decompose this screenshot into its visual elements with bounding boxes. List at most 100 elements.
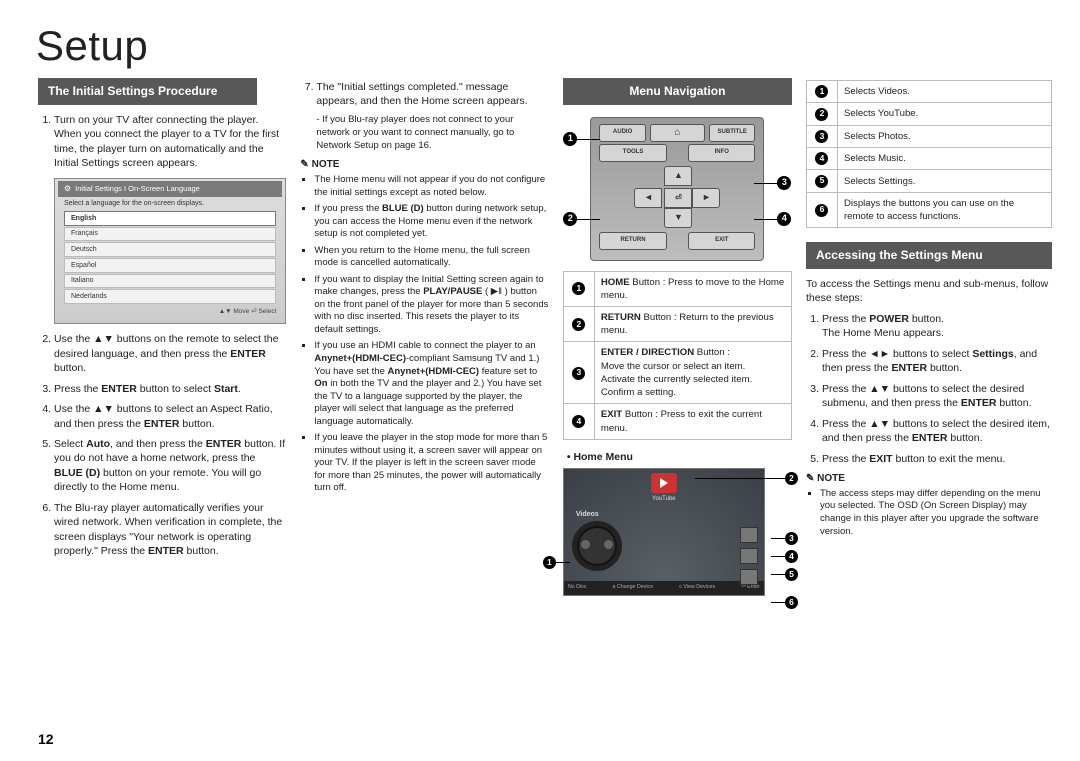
access-step: Press the ▲▼ buttons to select the desir… <box>822 382 1052 411</box>
osd-language-box: Initial Settings I On-Screen LanguageSel… <box>54 178 286 324</box>
callout-4: 4 <box>777 212 791 226</box>
videos-label: Videos <box>576 510 764 520</box>
dpad-down-icon: ▼ <box>664 208 692 228</box>
desc-cell: RETURN Button : Return to the previous m… <box>594 307 791 342</box>
film-reel-icon <box>572 521 622 571</box>
home-menu-label: Home Menu <box>567 450 792 464</box>
remote-return-button: RETURN <box>599 232 666 250</box>
remote-home-button: ⌂ <box>650 124 705 142</box>
osd-subtitle: Select a language for the on-screen disp… <box>58 197 282 211</box>
step-7-text: The "Initial settings completed." messag… <box>316 81 527 107</box>
remote-audio-button: AUDIO <box>599 124 645 142</box>
dpad-up-icon: ▲ <box>664 166 692 186</box>
step-7: The "Initial settings completed." messag… <box>316 80 548 152</box>
remote-description-table: 1HOME Button : Press to move to the Home… <box>563 271 792 440</box>
note-item: If you use an HDMI cable to connect the … <box>314 340 548 428</box>
note-item: If you want to display the Initial Setti… <box>314 274 548 337</box>
remote-dpad: ▲ ▼ ◄ ► ⏎ <box>634 166 720 228</box>
step-7-sub: - If you Blu-ray player does not connect… <box>316 113 548 152</box>
access-note: The access steps may differ depending on… <box>820 488 1052 538</box>
side-icon-photos <box>740 527 758 543</box>
desc-cell: Displays the buttons you can use on the … <box>837 192 1051 227</box>
osd-lang-row: Español <box>64 258 276 273</box>
callout-cell: 6 <box>806 192 837 227</box>
hm-callout-5: 5 <box>785 568 798 581</box>
desc-cell: Selects Settings. <box>837 170 1051 192</box>
step: The Blu-ray player automatically verifie… <box>54 501 286 559</box>
accessing-settings-header: Accessing the Settings Menu <box>806 242 1052 269</box>
bottom-bar-item: c View Devices <box>679 584 715 591</box>
page-number: 12 <box>38 731 54 747</box>
remote-diagram: AUDIO ⌂ SUBTITLE TOOLS INFO ▲ ▼ ◄ ► <box>590 117 764 261</box>
home-menu-diagram-wrap: YouTube Videos No Disc a Change Device c… <box>553 468 792 595</box>
home-menu-diagram: YouTube Videos No Disc a Change Device c… <box>563 468 765 595</box>
callout-cell: 1 <box>563 271 594 306</box>
step: Use the ▲▼ buttons on the remote to sele… <box>54 332 286 375</box>
callout-3: 3 <box>777 176 791 190</box>
hm-callout-3: 3 <box>785 532 798 545</box>
remote-subtitle-button: SUBTITLE <box>709 124 755 142</box>
dpad-left-icon: ◄ <box>634 188 662 208</box>
bottom-bar-item: a Change Device <box>613 584 654 591</box>
side-icon-music <box>740 548 758 564</box>
bottom-bar-item: ⏎ Enter <box>741 584 760 591</box>
access-step: Press the EXIT button to exit the menu. <box>822 452 1052 466</box>
desc-cell: Selects YouTube. <box>837 103 1051 125</box>
desc-cell: ENTER / DIRECTION Button :Move the curso… <box>594 342 791 404</box>
remote-info-button: INFO <box>688 144 755 162</box>
menu-navigation-header: Menu Navigation <box>563 78 792 105</box>
step: Use the ▲▼ buttons to select an Aspect R… <box>54 402 286 431</box>
callout-cell: 4 <box>563 404 594 439</box>
accessing-settings-intro: To access the Settings menu and sub-menu… <box>806 277 1052 306</box>
note-label-2: NOTE <box>806 472 1052 486</box>
note-item: The Home menu will not appear if you do … <box>314 174 548 199</box>
callout-2: 2 <box>563 212 577 226</box>
access-step: Press the ▲▼ buttons to select the desir… <box>822 417 1052 446</box>
desc-cell: Selects Photos. <box>837 125 1051 147</box>
osd-lang-row: English <box>64 211 276 226</box>
note-item: When you return to the Home menu, the fu… <box>314 245 548 270</box>
osd-lang-row: Français <box>64 227 276 242</box>
hm-callout-6: 6 <box>785 596 798 609</box>
remote-exit-button: EXIT <box>688 232 755 250</box>
note-label: NOTE <box>300 158 548 172</box>
osd-lang-row: Deutsch <box>64 242 276 257</box>
dpad-enter-button: ⏎ <box>664 188 692 208</box>
osd-lang-row: Nederlands <box>64 289 276 304</box>
step: Press the ENTER button to select Start. <box>54 382 286 396</box>
desc-cell: EXIT Button : Press to exit the current … <box>594 404 791 439</box>
callout-cell: 5 <box>806 170 837 192</box>
hm-callout-2: 2 <box>785 472 798 485</box>
access-step: Press the ◄► buttons to select Settings,… <box>822 347 1052 376</box>
youtube-label: YouTube <box>564 495 764 503</box>
desc-cell: Selects Music. <box>837 148 1051 170</box>
bottom-bar-item: No Disc <box>568 584 587 591</box>
callout-cell: 1 <box>806 81 837 103</box>
dpad-right-icon: ► <box>692 188 720 208</box>
initial-settings-header: The Initial Settings Procedure <box>38 78 257 105</box>
desc-cell: Selects Videos. <box>837 81 1051 103</box>
callout-cell: 4 <box>806 148 837 170</box>
callout-cell: 3 <box>806 125 837 147</box>
step: Select Auto, and then press the ENTER bu… <box>54 437 286 495</box>
hm-callout-4: 4 <box>785 550 798 563</box>
callout-cell: 3 <box>563 342 594 404</box>
youtube-icon <box>651 473 677 493</box>
remote-tools-button: TOOLS <box>599 144 666 162</box>
osd-footer: ▲▼ Move ⏎ Select <box>58 308 282 317</box>
desc-cell: HOME Button : Press to move to the Home … <box>594 271 791 306</box>
access-step: Press the POWER button.The Home Menu app… <box>822 312 1052 341</box>
step: Turn on your TV after connecting the pla… <box>54 113 286 171</box>
note-item: If you press the BLUE (D) button during … <box>314 203 548 241</box>
osd-lang-row: Italiano <box>64 274 276 289</box>
home-menu-item-table: 1Selects Videos.2Selects YouTube.3Select… <box>806 80 1052 228</box>
osd-title: Initial Settings I On-Screen Language <box>58 181 282 196</box>
callout-cell: 2 <box>806 103 837 125</box>
side-icon-settings <box>740 569 758 585</box>
page-title: Setup <box>36 22 1052 70</box>
callout-1: 1 <box>563 132 577 146</box>
callout-cell: 2 <box>563 307 594 342</box>
hm-callout-1: 1 <box>543 556 556 569</box>
note-item: If you leave the player in the stop mode… <box>314 432 548 495</box>
home-menu-bottom-bar: No Disc a Change Device c View Devices ⏎… <box>564 581 764 594</box>
